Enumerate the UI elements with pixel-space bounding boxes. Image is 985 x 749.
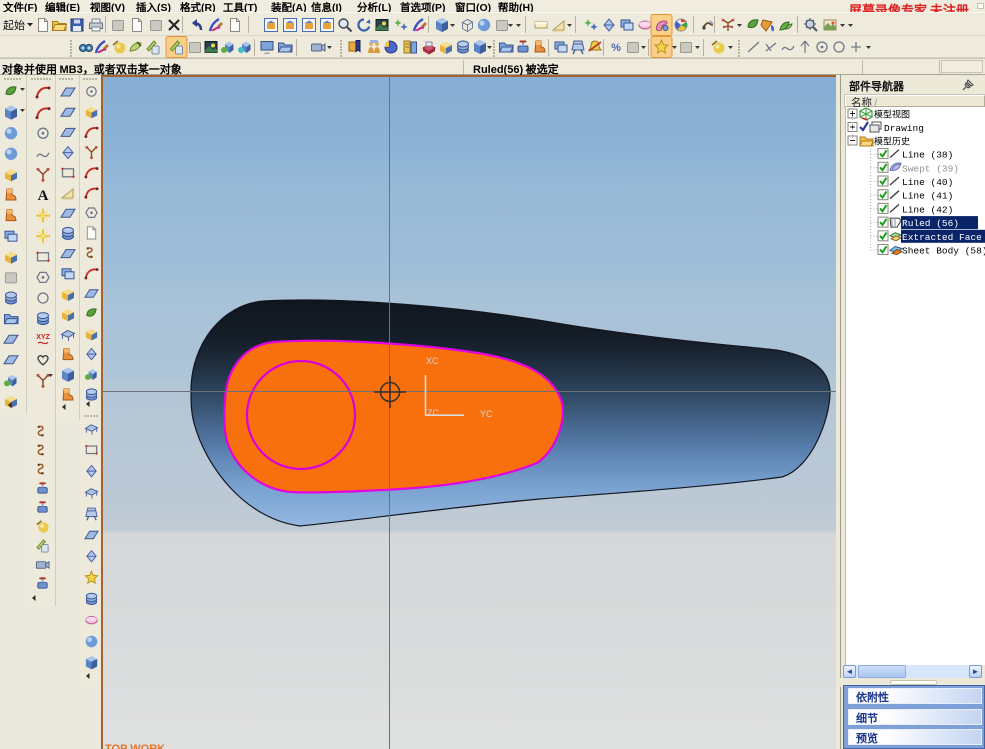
svg-text:TOP WORK: TOP WORK [105, 743, 165, 749]
svg-text:ZC: ZC [427, 408, 439, 418]
svg-text:YC: YC [480, 409, 493, 419]
svg-text:XC: XC [426, 356, 439, 366]
